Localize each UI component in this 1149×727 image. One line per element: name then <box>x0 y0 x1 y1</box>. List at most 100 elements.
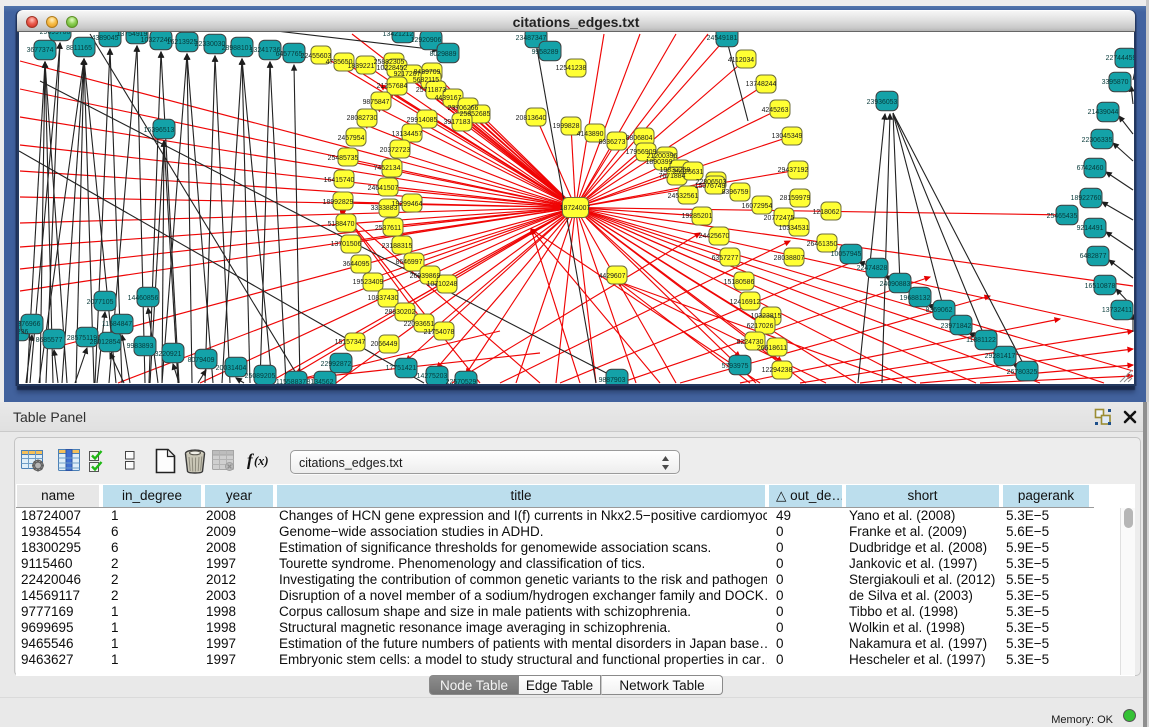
svg-text:1890399: 1890399 <box>646 159 673 166</box>
svg-text:28012854: 28012854 <box>90 339 121 346</box>
svg-text:6457765: 6457765 <box>276 51 303 58</box>
svg-text:3917183: 3917183 <box>444 119 471 126</box>
svg-text:6357277: 6357277 <box>712 255 739 262</box>
svg-text:22093651: 22093651 <box>404 321 435 328</box>
svg-text:8685577: 8685577 <box>36 337 63 344</box>
svg-text:24425670: 24425670 <box>699 233 730 240</box>
svg-text:24090883: 24090883 <box>880 281 911 288</box>
svg-text:18992829: 18992829 <box>323 199 354 206</box>
svg-text:25465435: 25465435 <box>1047 213 1078 220</box>
svg-text:21257684: 21257684 <box>377 83 408 90</box>
svg-text:11584847: 11584847 <box>102 321 132 328</box>
svg-text:8134562: 8134562 <box>307 379 334 384</box>
svg-text:24641507: 24641507 <box>368 185 399 192</box>
svg-text:19285201: 19285201 <box>682 213 713 220</box>
svg-text:23936053: 23936053 <box>867 99 898 106</box>
svg-text:16213925: 16213925 <box>167 39 198 46</box>
svg-text:16415740: 16415740 <box>324 177 355 184</box>
svg-text:10323815: 10323815 <box>751 313 782 320</box>
svg-text:4439167: 4439167 <box>435 95 462 102</box>
svg-text:2876966: 2876966 <box>19 321 41 328</box>
svg-text:11881122: 11881122 <box>966 337 996 344</box>
svg-text:1218062: 1218062 <box>813 209 840 216</box>
svg-text:14460856: 14460856 <box>128 295 159 302</box>
svg-text:28988101: 28988101 <box>222 45 253 52</box>
svg-text:9887903: 9887903 <box>599 377 626 384</box>
svg-text:9875847: 9875847 <box>363 99 390 106</box>
svg-text:4429607: 4429607 <box>599 273 626 280</box>
svg-text:6217026: 6217026 <box>747 323 774 330</box>
svg-text:25089205: 25089205 <box>245 373 276 380</box>
svg-text:9958289: 9958289 <box>532 49 559 56</box>
svg-text:8029889: 8029889 <box>430 51 457 58</box>
svg-text:3644095: 3644095 <box>343 261 370 268</box>
svg-text:16072954: 16072954 <box>742 203 773 210</box>
svg-text:1839221: 1839221 <box>348 63 375 70</box>
svg-text:28038807: 28038807 <box>774 255 805 262</box>
svg-text:13701506: 13701506 <box>331 241 362 248</box>
svg-text:2066449: 2066449 <box>371 341 398 348</box>
svg-text:4143890: 4143890 <box>577 131 604 138</box>
svg-text:20372723: 20372723 <box>380 147 411 154</box>
svg-text:5682115: 5682115 <box>413 77 439 84</box>
svg-text:21439044: 21439044 <box>1088 109 1119 116</box>
svg-text:22474828: 22474828 <box>857 265 888 272</box>
svg-text:27038236: 27038236 <box>19 329 28 336</box>
svg-text:6482877: 6482877 <box>1080 253 1107 260</box>
svg-text:28830202: 28830202 <box>385 309 416 316</box>
svg-text:25852685: 25852685 <box>460 111 491 118</box>
svg-text:28159979: 28159979 <box>780 195 811 202</box>
svg-text:20813640: 20813640 <box>516 115 547 122</box>
svg-text:21754078: 21754078 <box>424 329 455 336</box>
svg-text:13732411: 13732411 <box>1102 307 1132 314</box>
svg-text:15180586: 15180586 <box>724 279 755 286</box>
svg-text:10057945: 10057945 <box>831 251 862 258</box>
svg-text:15157347: 15157347 <box>335 339 366 346</box>
svg-text:(x): (x) <box>254 454 269 468</box>
svg-text:20031404: 20031404 <box>216 365 247 372</box>
svg-text:8336273: 8336273 <box>599 139 626 146</box>
svg-text:24549181: 24549181 <box>707 35 738 42</box>
svg-text:8806804: 8806804 <box>626 135 653 142</box>
svg-text:2537611: 2537611 <box>375 225 401 232</box>
svg-text:29699700: 29699700 <box>40 32 71 36</box>
svg-text:13421212: 13421212 <box>383 32 414 38</box>
svg-text:13748244: 13748244 <box>746 81 777 88</box>
svg-text:22570529: 22570529 <box>446 379 477 384</box>
svg-text:4112034: 4112034 <box>728 57 754 64</box>
svg-text:23971842: 23971842 <box>941 323 972 330</box>
svg-text:25485735: 25485735 <box>328 155 359 162</box>
svg-text:3395870: 3395870 <box>1102 79 1129 86</box>
svg-text:2457954: 2457954 <box>338 135 365 142</box>
svg-text:29914085: 29914085 <box>407 117 438 124</box>
svg-text:10710248: 10710248 <box>427 281 458 288</box>
svg-text:10837430: 10837430 <box>368 295 399 302</box>
svg-text:29437192: 29437192 <box>778 167 809 174</box>
svg-text:8489709: 8489709 <box>414 69 441 76</box>
svg-text:3333883: 3333883 <box>371 205 398 212</box>
svg-text:25025631: 25025631 <box>673 169 704 176</box>
svg-text:24532561: 24532561 <box>668 193 699 200</box>
svg-text:26461350: 26461350 <box>807 241 838 248</box>
svg-text:16510878: 16510878 <box>1085 283 1116 290</box>
svg-text:23487347: 23487347 <box>516 35 547 42</box>
svg-text:12294238: 12294238 <box>762 367 793 374</box>
svg-text:29281417: 29281417 <box>985 353 1016 360</box>
svg-text:8079409: 8079409 <box>188 357 215 364</box>
svg-text:6742460: 6742460 <box>1077 165 1104 172</box>
svg-text:4389045: 4389045 <box>92 35 119 42</box>
svg-text:12541238: 12541238 <box>556 65 587 72</box>
svg-text:25711873: 25711873 <box>416 87 446 94</box>
svg-text:14275203: 14275203 <box>417 373 448 380</box>
svg-text:12920906: 12920906 <box>411 37 442 44</box>
svg-text:22306335: 22306335 <box>1082 137 1113 144</box>
svg-text:26939869: 26939869 <box>410 273 441 280</box>
svg-text:28082730: 28082730 <box>347 115 378 122</box>
svg-text:23188315: 23188315 <box>382 243 413 250</box>
svg-text:11558837: 11558837 <box>276 379 306 384</box>
svg-text:2077105: 2077105 <box>87 299 114 306</box>
svg-text:8811165: 8811165 <box>66 45 92 52</box>
svg-text:18724007: 18724007 <box>560 205 591 212</box>
svg-text:7452134: 7452134 <box>374 165 401 172</box>
svg-text:22992872: 22992872 <box>321 361 352 368</box>
